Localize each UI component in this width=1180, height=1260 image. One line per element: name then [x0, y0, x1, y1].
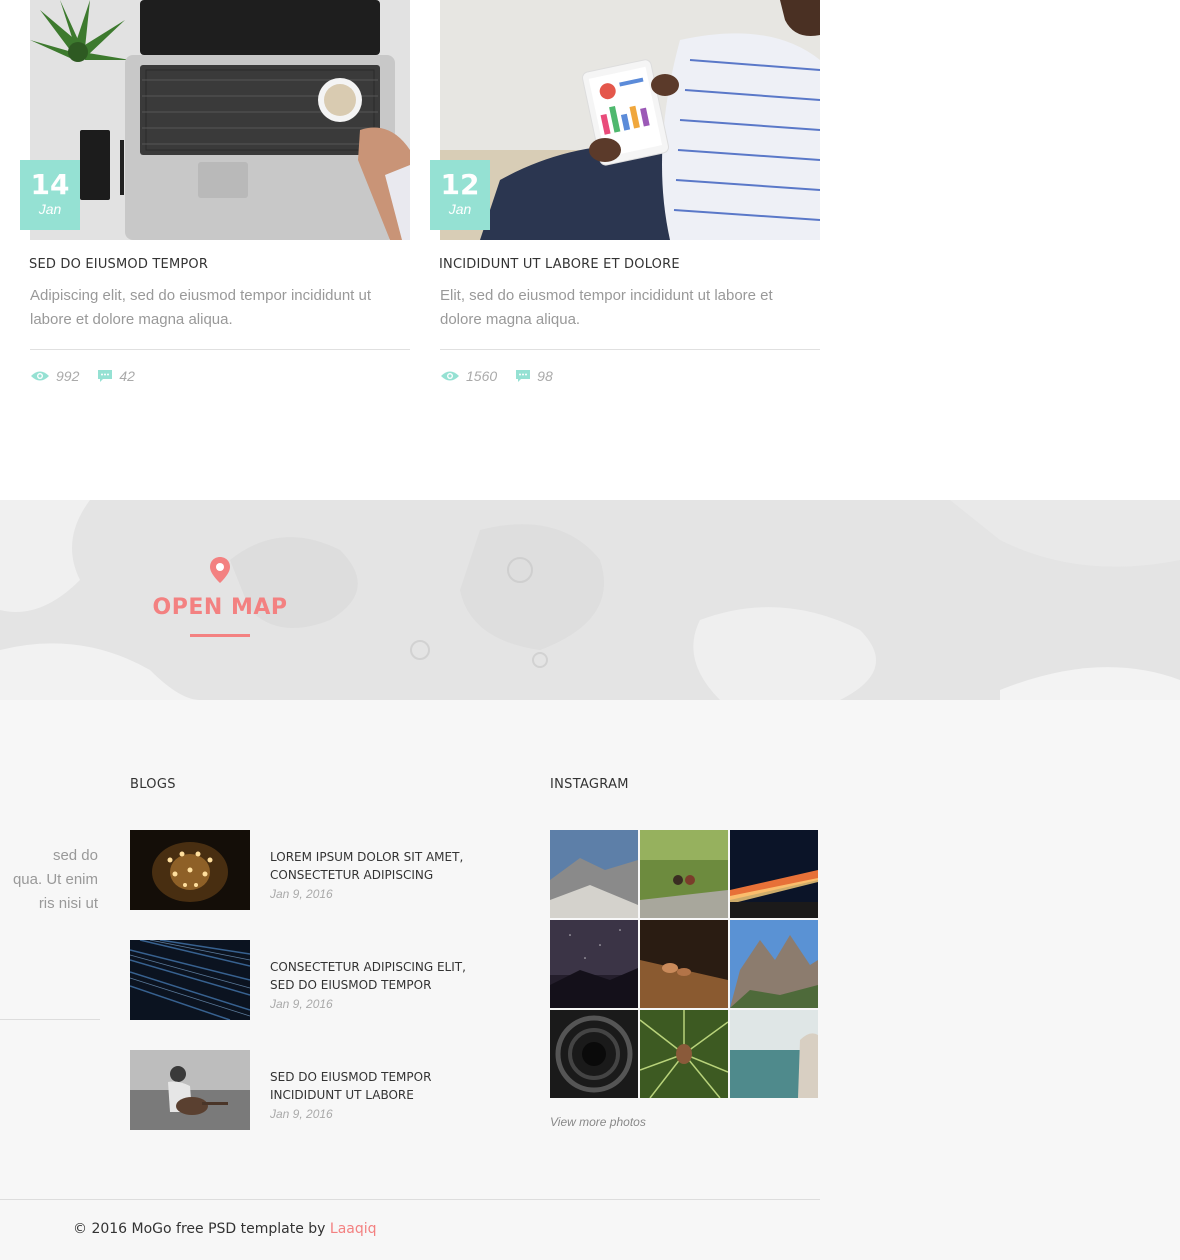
comments-stat: 42 [97, 368, 135, 384]
instagram-photo[interactable] [550, 920, 638, 1008]
views-count: 1560 [466, 368, 498, 384]
comments-count: 42 [119, 368, 135, 384]
date-day: 14 [30, 168, 70, 201]
views-stat: 1560 [440, 368, 497, 384]
map-pin-icon [209, 556, 231, 589]
footer-blog-item[interactable]: CONSECTETUR ADIPISCING ELIT, SED DO EIUS… [130, 940, 490, 1020]
instagram-photo[interactable] [730, 1010, 818, 1098]
date-badge: 12 Jan [430, 160, 490, 230]
divider [0, 1019, 100, 1020]
date-badge: 14 Jan [20, 160, 80, 230]
comments-stat: 98 [515, 368, 553, 384]
instagram-photo[interactable] [730, 830, 818, 918]
blog-item-title[interactable]: SED DO EIUSMOD TEMPOR INCIDIDUNT UT LABO… [270, 1068, 490, 1104]
instagram-photo[interactable] [640, 830, 728, 918]
post-stats: 992 42 [30, 365, 153, 387]
footer-blog-item[interactable]: SED DO EIUSMOD TEMPOR INCIDIDUNT UT LABO… [130, 1050, 490, 1130]
copyright: © 2016 MoGo free PSD template by Laaqiq [73, 1221, 377, 1237]
blog-thumb-chandelier[interactable] [130, 830, 250, 910]
about-line: sed do qua. Ut enim ris nisi ut [0, 844, 98, 916]
post-excerpt: Elit, sed do eiusmod tempor incididunt u… [440, 287, 773, 328]
post-excerpt: Adipiscing elit, sed do eiusmod tempor i… [30, 287, 372, 328]
views-stat: 992 [30, 368, 79, 384]
blog-thumb-guitar[interactable] [130, 1050, 250, 1130]
blogs-heading: BLOGS [130, 777, 176, 792]
instagram-photo[interactable] [640, 1010, 728, 1098]
about-text-line: ris nisi ut [38, 895, 98, 912]
instagram-photo[interactable] [550, 1010, 638, 1098]
copyright-text: © 2016 MoGo free PSD template by [73, 1221, 330, 1237]
comment-icon [97, 369, 113, 383]
footer-blog-item[interactable]: LOREM IPSUM DOLOR SIT AMET, CONSECTETUR … [130, 830, 490, 910]
instagram-photo[interactable] [640, 920, 728, 1008]
blog-item-title[interactable]: CONSECTETUR ADIPISCING ELIT, SED DO EIUS… [270, 958, 490, 994]
divider [0, 1199, 820, 1200]
footer: sed do qua. Ut enim ris nisi ut BLOGS LORE… [0, 700, 1180, 1260]
post-title[interactable]: INCIDIDUNT UT LABORE ET DOLORE [439, 257, 680, 272]
divider [440, 349, 820, 350]
comment-icon [515, 369, 531, 383]
underline-accent [190, 634, 250, 637]
eye-icon [30, 370, 50, 382]
post-stats: 1560 98 [440, 365, 571, 387]
blog-item-title[interactable]: LOREM IPSUM DOLOR SIT AMET, CONSECTETUR … [270, 848, 490, 884]
instagram-photo[interactable] [730, 920, 818, 1008]
blog-thumb-streaks[interactable] [130, 940, 250, 1020]
post-title[interactable]: SED DO EIUSMOD TEMPOR [29, 257, 208, 272]
date-month: Jan [38, 201, 62, 217]
about-text-line: qua. Ut enim [12, 871, 98, 888]
instagram-grid [550, 830, 820, 1100]
about-text-line: sed do [52, 847, 98, 864]
view-more-photos-link[interactable]: View more photos [550, 1115, 646, 1129]
instagram-photo[interactable] [550, 830, 638, 918]
blog-item-date: Jan 9, 2016 [270, 997, 333, 1011]
views-count: 992 [56, 368, 80, 384]
post-image-laptop[interactable] [30, 0, 410, 240]
author-link[interactable]: Laaqiq [330, 1221, 377, 1237]
date-month: Jan [448, 201, 472, 217]
blog-item-date: Jan 9, 2016 [270, 887, 333, 901]
blog-item-date: Jan 9, 2016 [270, 1107, 333, 1121]
date-day: 12 [440, 168, 480, 201]
eye-icon [440, 370, 460, 382]
open-map-label[interactable]: OPEN MAP [120, 595, 320, 620]
open-map-button[interactable]: OPEN MAP [120, 556, 320, 637]
divider [30, 349, 410, 350]
about-text: sed do qua. Ut enim ris nisi ut [0, 844, 98, 924]
post-image-tablet[interactable] [440, 0, 820, 240]
instagram-heading: INSTAGRAM [550, 777, 629, 792]
comments-count: 98 [537, 368, 553, 384]
